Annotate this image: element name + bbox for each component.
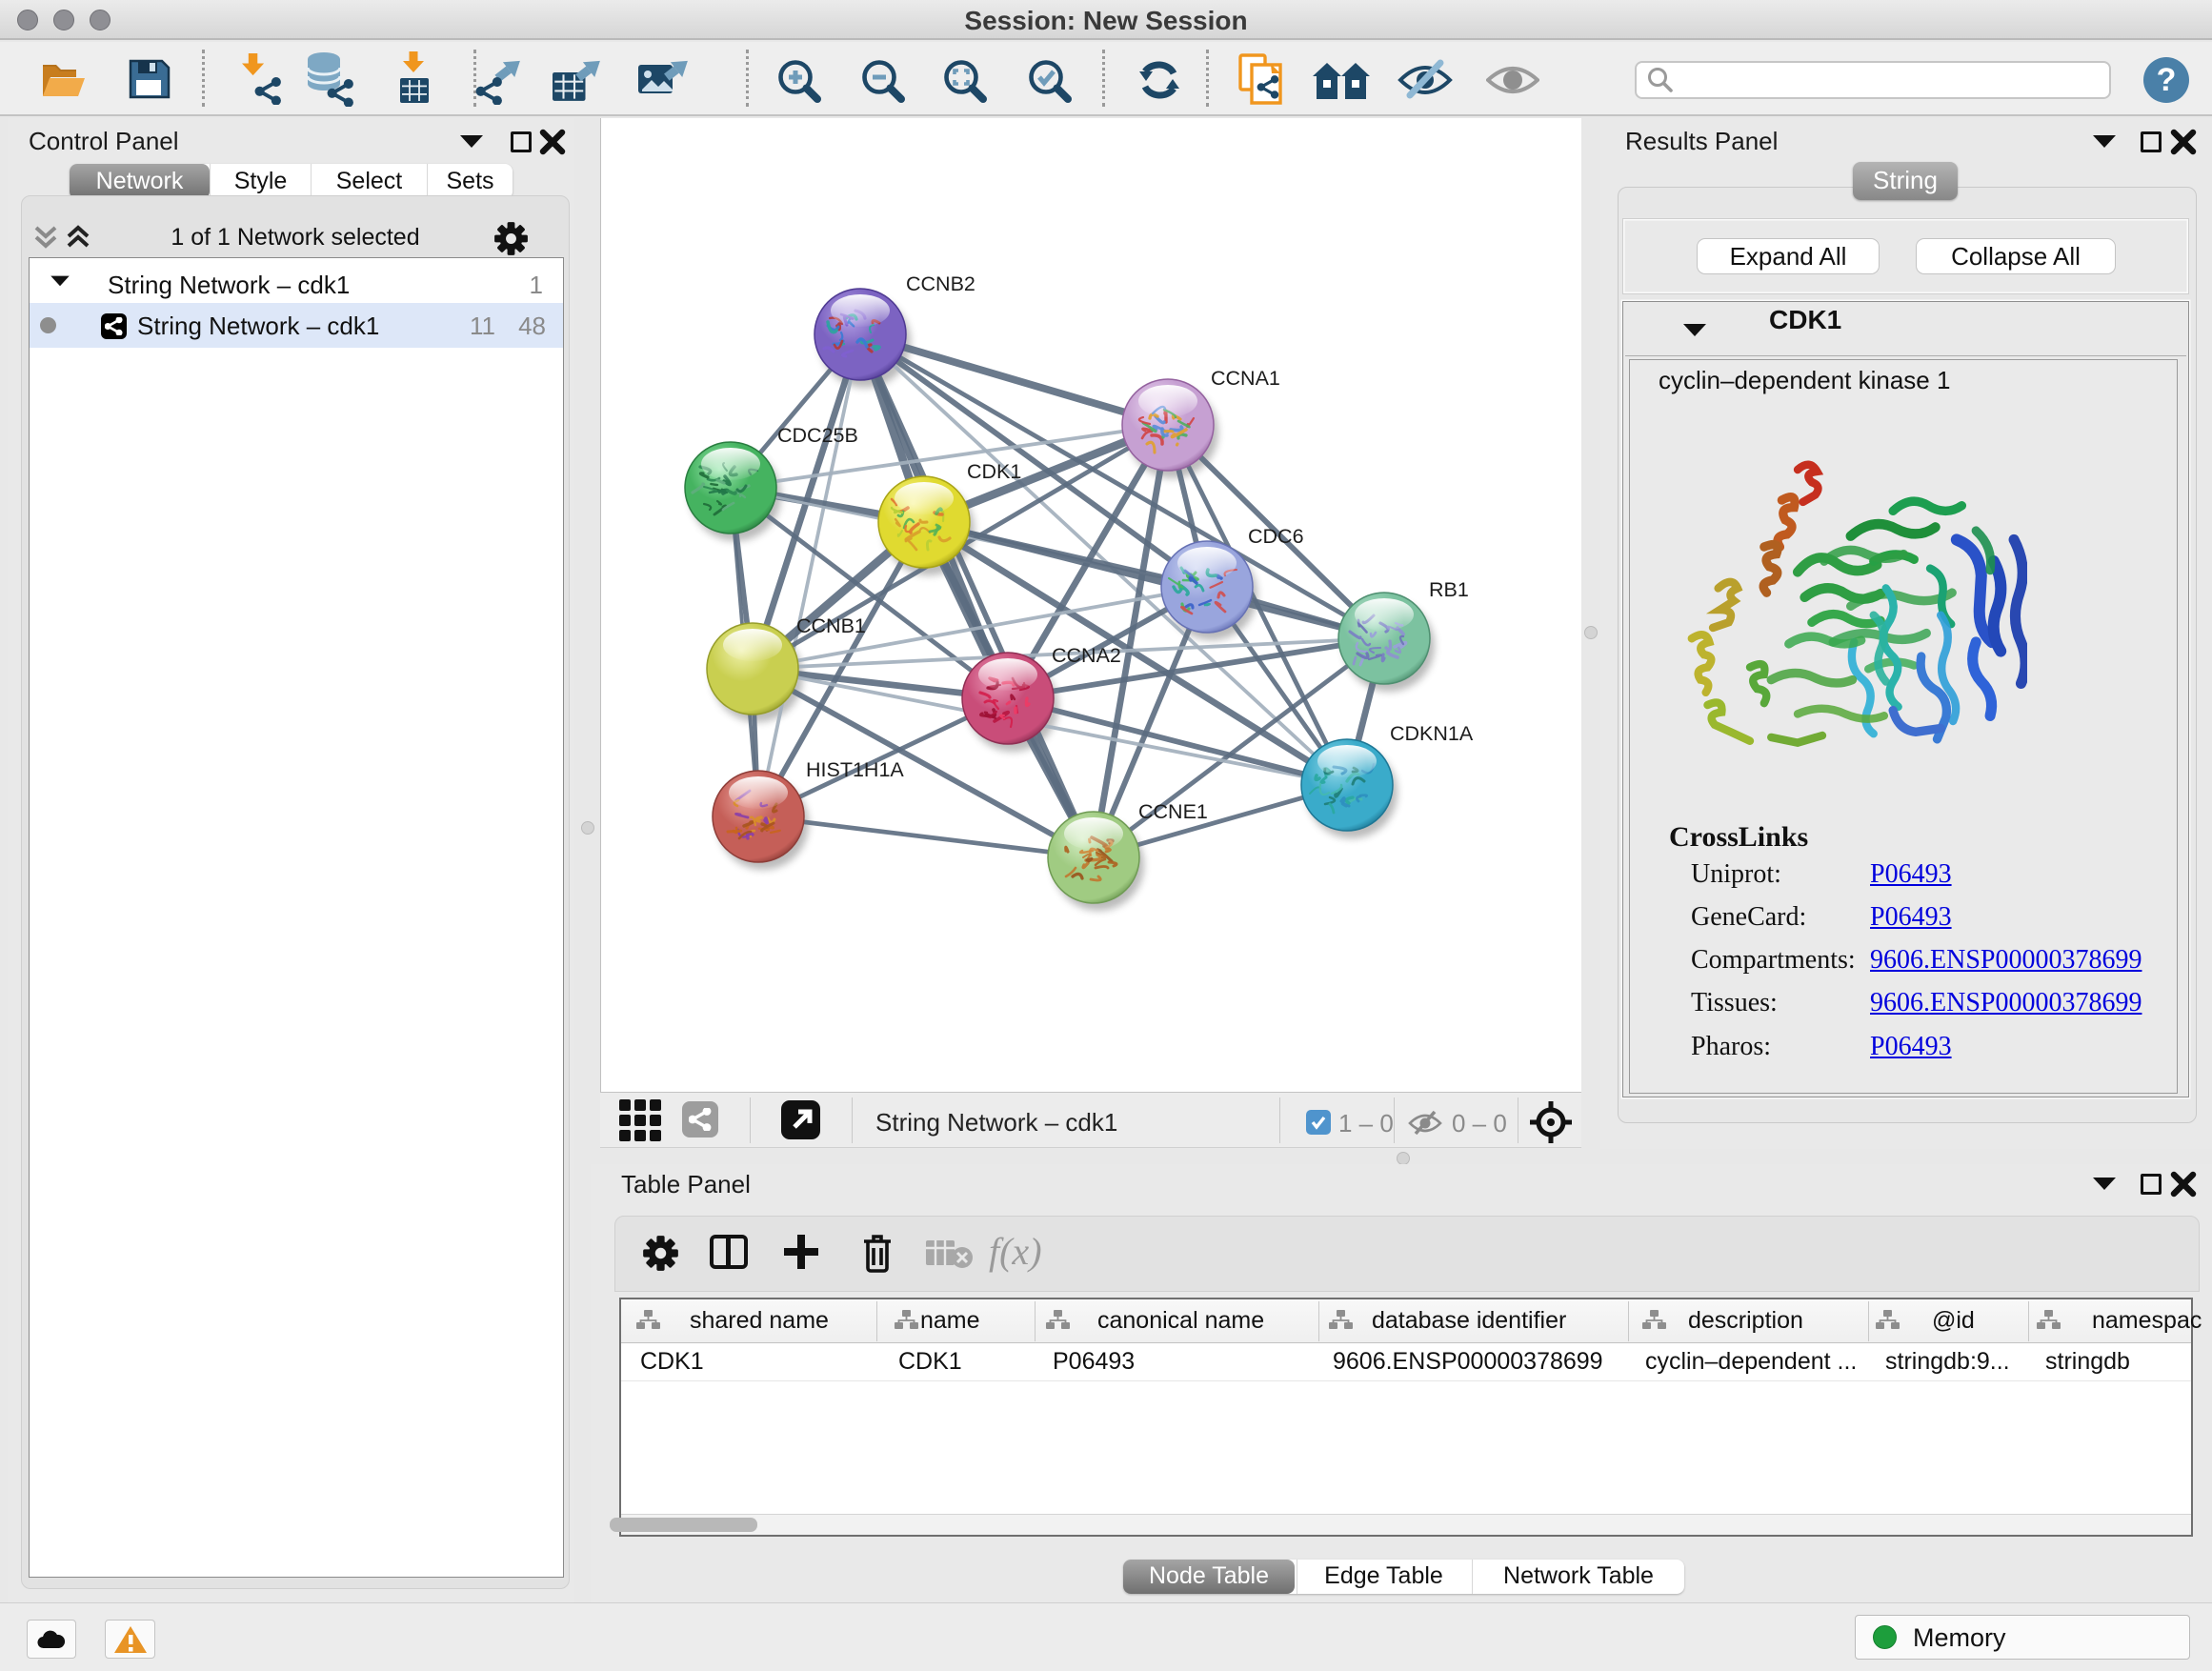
svg-text:CCNA2: CCNA2 bbox=[1052, 644, 1121, 667]
svg-text:CCNB2: CCNB2 bbox=[906, 272, 975, 295]
svg-text:CDK1: CDK1 bbox=[967, 460, 1021, 483]
svg-text:CDKN1A: CDKN1A bbox=[1390, 722, 1474, 745]
svg-text:CDC6: CDC6 bbox=[1248, 525, 1304, 548]
svg-text:RB1: RB1 bbox=[1429, 578, 1469, 601]
svg-text:CCNB1: CCNB1 bbox=[796, 614, 866, 637]
svg-text:CDC25B: CDC25B bbox=[777, 424, 858, 447]
svg-text:CCNE1: CCNE1 bbox=[1138, 800, 1208, 823]
svg-text:CCNA1: CCNA1 bbox=[1211, 367, 1280, 390]
svg-text:HIST1H1A: HIST1H1A bbox=[806, 758, 904, 781]
